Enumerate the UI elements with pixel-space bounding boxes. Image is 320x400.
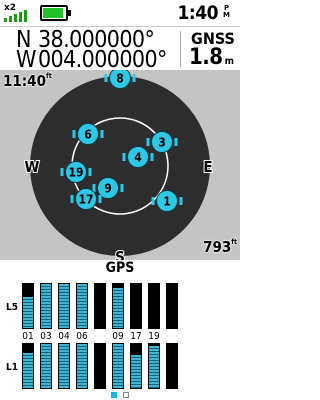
signal-bar-l5 (22, 283, 34, 329)
satellite-label: 3 (158, 136, 166, 150)
signal-bar-l5 (166, 283, 178, 329)
prn-label: 17 (130, 331, 142, 342)
accuracy-readout: 1.8 m (189, 45, 234, 70)
signal-bar-l1 (148, 343, 160, 389)
prn-label: 03 (40, 331, 52, 342)
elapsed-readout: 11:40ft (3, 72, 52, 90)
signal-bar-l1 (40, 343, 52, 389)
signal-bar-l5 (58, 283, 70, 329)
signal-bar-l1 (58, 343, 70, 389)
satellite-label: 4 (134, 151, 142, 165)
status-bar: x2 1:40 PM (0, 0, 240, 26)
prn-label: 01 (22, 331, 34, 342)
satellite-label: 9 (104, 182, 112, 196)
page-indicator-inactive (123, 392, 129, 398)
satellite-sky-view[interactable]: 8 6 3 4 19 9 17 1 S W E 11:40ft 793ft (0, 70, 240, 260)
divider (180, 31, 181, 67)
signal-bar-l1 (130, 343, 142, 389)
satellite-label: 17 (78, 193, 93, 207)
signal-bar-l5 (148, 283, 160, 329)
signal-strength-icon (4, 10, 34, 22)
compass-south: S (115, 248, 125, 260)
prn-label: 06 (76, 331, 88, 342)
satellite-label: 1 (163, 195, 171, 209)
satellite-label: 8 (116, 72, 124, 86)
satellite-label: 19 (68, 166, 83, 180)
battery-icon (40, 5, 71, 21)
signal-bar-l5 (112, 283, 124, 329)
compass-east: E (203, 158, 212, 176)
compass-west: W (25, 158, 40, 176)
signal-bar-l5 (76, 283, 88, 329)
position-panel[interactable]: N 38.000000° W004.000000° GNSS 1.8 m (0, 26, 240, 73)
page-indicator-active (111, 392, 117, 398)
signal-bar-l5 (40, 283, 52, 329)
signal-bar-l1 (112, 343, 124, 389)
prn-label: 19 (148, 331, 160, 342)
sky-plot: 8 6 3 4 19 9 17 1 S W E (24, 70, 214, 260)
elevation-readout: 793ft (203, 238, 237, 256)
sky-horizon-disc (30, 76, 210, 256)
signal-bar-l1 (22, 343, 34, 389)
prn-label: 04 (58, 331, 70, 342)
clock-time: 1:40 (177, 2, 218, 24)
prn-label: 09 (112, 331, 124, 342)
constellation-title: GPS (105, 260, 135, 276)
satellite-label: 6 (84, 128, 92, 142)
signal-bar-l5 (94, 283, 106, 329)
band-label-l1: L1 (6, 362, 18, 373)
clock-ampm: PM (223, 4, 230, 19)
signal-bar-l1 (166, 343, 178, 389)
signal-bar-l1 (76, 343, 88, 389)
band-label-l5: L5 (6, 302, 18, 313)
signal-bar-l5 (130, 283, 142, 329)
signal-bar-l1 (94, 343, 106, 389)
